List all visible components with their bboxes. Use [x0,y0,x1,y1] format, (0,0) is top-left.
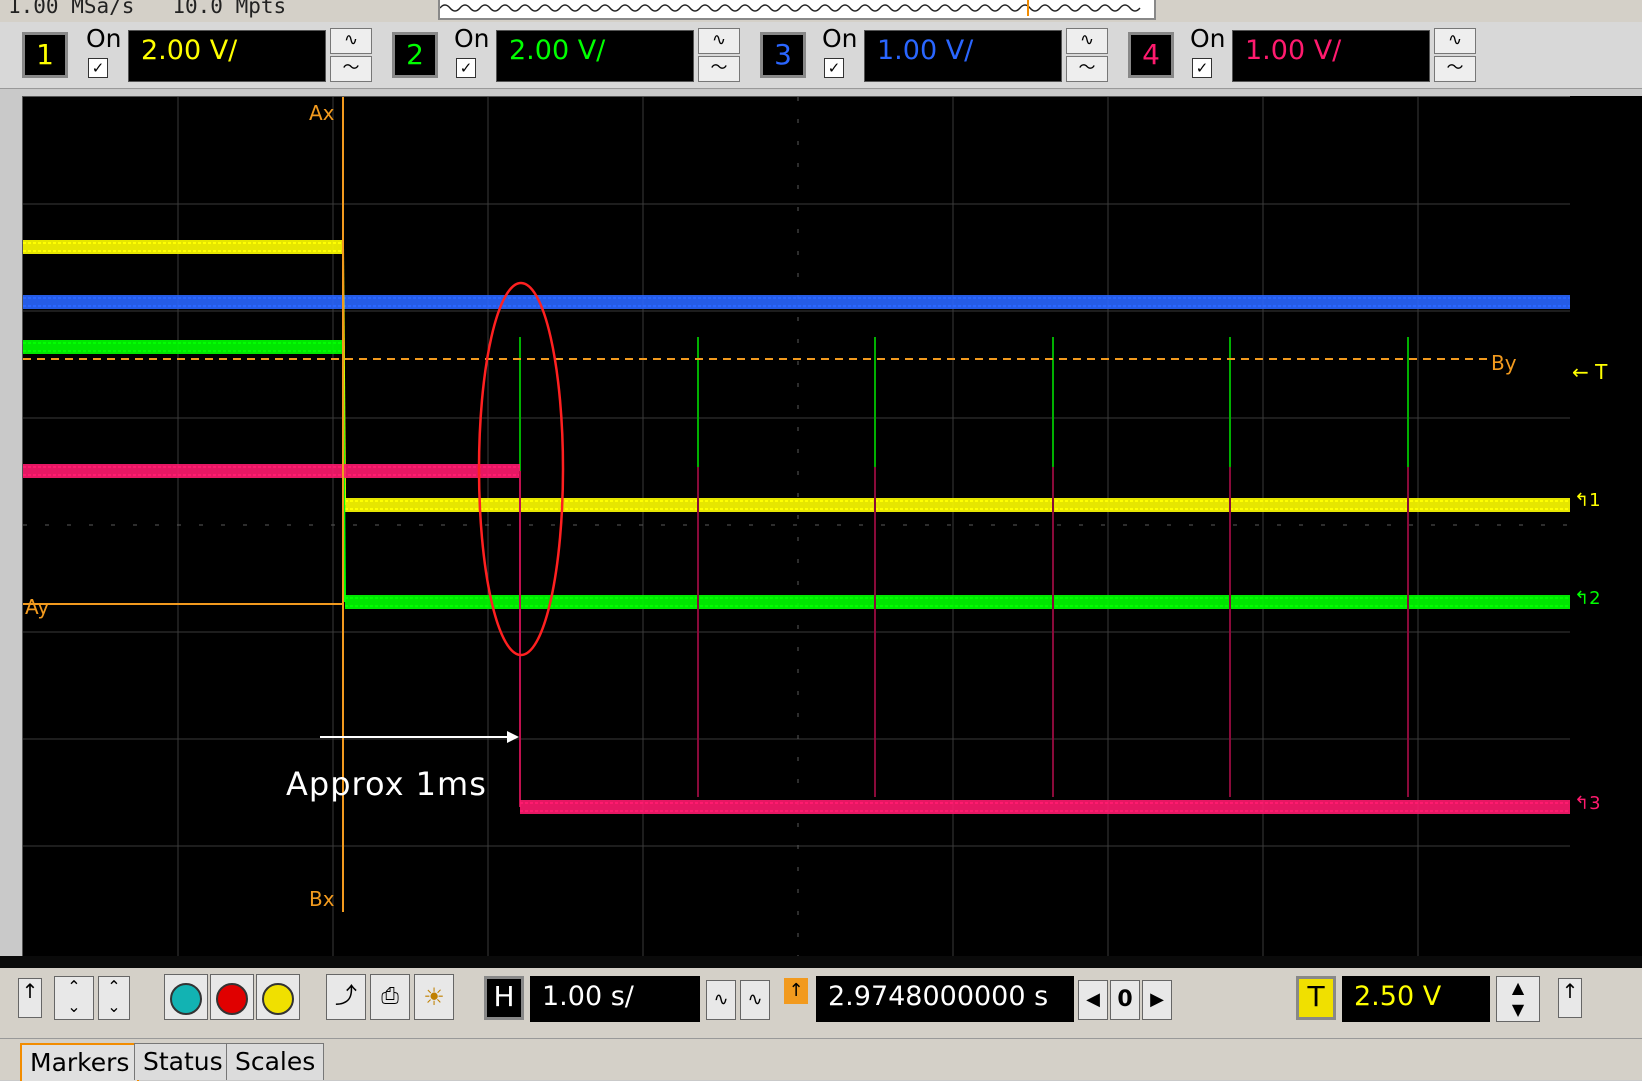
channel-2-ac-icon[interactable]: ∿ [698,28,740,54]
display-bottom-edge [0,956,1642,968]
trigger-level-up-down-icon[interactable]: ▲ ▼ [1496,976,1540,1022]
channel-3-ground-marker[interactable]: ↰3 [1574,793,1601,814]
overview-waveform [439,4,1141,12]
channel-3-button[interactable]: 3 [760,32,806,78]
channel-3-on-label: On [822,24,858,53]
sample-rate: 1.00 MSa/s [8,0,135,18]
channel-4-button[interactable]: 4 [1128,32,1174,78]
trigger-slope-icon[interactable]: ↑ [1558,978,1582,1018]
channel-ground-markers: ← T ↰1 ↰2 ↰3 [1570,96,1642,956]
channel-3-scale[interactable]: 1.00 V/ [864,30,1062,82]
tab-scales[interactable]: Scales [226,1043,325,1080]
channel-1-scale[interactable]: 2.00 V/ [128,30,326,82]
channel-1-ground-label: 1 [1589,490,1601,511]
graticule [23,97,1571,957]
coarse-adjust-icon[interactable]: ∿ [740,980,770,1020]
horizontal-button[interactable]: H [484,976,524,1020]
channel-2-on-checkbox[interactable]: ✓ [456,58,476,78]
print-icon[interactable]: ⎙ [370,974,410,1020]
annotation-text: Approx 1ms [286,765,487,803]
waveform-canvas [23,97,1571,957]
delay-left-icon[interactable]: ◀ [1078,980,1108,1020]
tab-status[interactable]: Status [134,1043,232,1080]
delay-right-icon[interactable]: ▶ [1142,980,1172,1020]
single-icon[interactable] [256,974,300,1020]
waveform-display[interactable]: Ax Bx Ay By Approx 1ms [22,96,1572,958]
channel-2-dc-icon[interactable]: ～ [698,56,740,82]
marker-ax-label[interactable]: Ax [309,101,335,125]
memory-depth: 10.0 Mpts [172,0,287,18]
marker-ay-label[interactable]: Ay [25,595,49,619]
fine-adjust-icon[interactable]: ∿ [706,980,736,1020]
trigger-reference-icon[interactable]: ↑ [784,978,808,1004]
acquisition-info: 1.00 MSa/s 10.0 Mpts [8,0,286,18]
channel-1-button[interactable]: 1 [22,32,68,78]
timebase-overview[interactable] [438,0,1156,20]
channel-3-ground-label: 3 [1589,793,1601,814]
tab-markers[interactable]: Markers [20,1043,140,1081]
channel-1-on-label: On [86,24,122,53]
marker-by-label[interactable]: By [1491,351,1517,375]
graticule-center-axes [23,97,1571,957]
delay-zero-button[interactable]: 0 [1110,980,1140,1020]
channel-4-dc-icon[interactable]: ～ [1434,56,1476,82]
channel-4-scale[interactable]: 1.00 V/ [1232,30,1430,82]
channel-3-on-checkbox[interactable]: ✓ [824,58,844,78]
channel-2-ground-marker[interactable]: ↰2 [1574,588,1601,609]
channel-1-ground-marker[interactable]: ↰1 [1574,490,1601,511]
overview-trigger-marker [1027,0,1029,16]
horizontal-delay[interactable]: 2.9748000000 s [816,976,1074,1022]
trigger-level-label: T [1595,360,1608,384]
channel-3-dc-icon[interactable]: ～ [1066,56,1108,82]
channel-1-dc-icon[interactable]: ～ [330,56,372,82]
channel-1-on-checkbox[interactable]: ✓ [88,58,108,78]
channel-2-button[interactable]: 2 [392,32,438,78]
acquisition-strip: 1.00 MSa/s 10.0 Mpts [0,0,1642,22]
zoom-up-down-icon[interactable]: ⌃ ⌄ [98,976,130,1020]
marker-bx-label[interactable]: Bx [309,887,335,911]
arrow-up-icon[interactable]: ↑ [18,978,42,1018]
trigger-level-marker[interactable]: ← T [1572,360,1607,384]
scroll-up-down-icon[interactable]: ⌃ ⌄ [54,976,94,1020]
channel-4-ac-icon[interactable]: ∿ [1434,28,1476,54]
channel-3-ac-icon[interactable]: ∿ [1066,28,1108,54]
save-screen-icon[interactable]: ⤴ [326,974,366,1020]
horizontal-scale[interactable]: 1.00 s/ [530,976,700,1022]
trigger-button[interactable]: T [1296,976,1336,1020]
tab-bar: Markers Status Scales [0,1038,1642,1081]
channel-2-ground-label: 2 [1589,588,1601,609]
trigger-level[interactable]: 2.50 V [1342,976,1490,1022]
run-stop-icon[interactable] [210,974,254,1020]
channel-2-scale[interactable]: 2.00 V/ [496,30,694,82]
control-toolbar: ↑ ⌃ ⌄ ⌃ ⌄ ⤴ ⎙ ☀ H 1.00 s/ ∿ ∿ ↑ 2.97480000… [0,968,1642,1038]
channel-1-ac-icon[interactable]: ∿ [330,28,372,54]
channel-4-trace [23,464,1571,814]
channel-4-on-label: On [1190,24,1226,53]
brightness-icon[interactable]: ☀ [414,974,454,1020]
channel-bar: 1 On ✓ 2.00 V/ ∿ ～ 2 On ✓ 2.00 V/ ∿ ～ 3 … [0,22,1642,89]
channel-4-on-checkbox[interactable]: ✓ [1192,58,1212,78]
annotation-arrow [320,731,519,743]
autoscale-icon[interactable] [164,974,208,1020]
channel-2-on-label: On [454,24,490,53]
